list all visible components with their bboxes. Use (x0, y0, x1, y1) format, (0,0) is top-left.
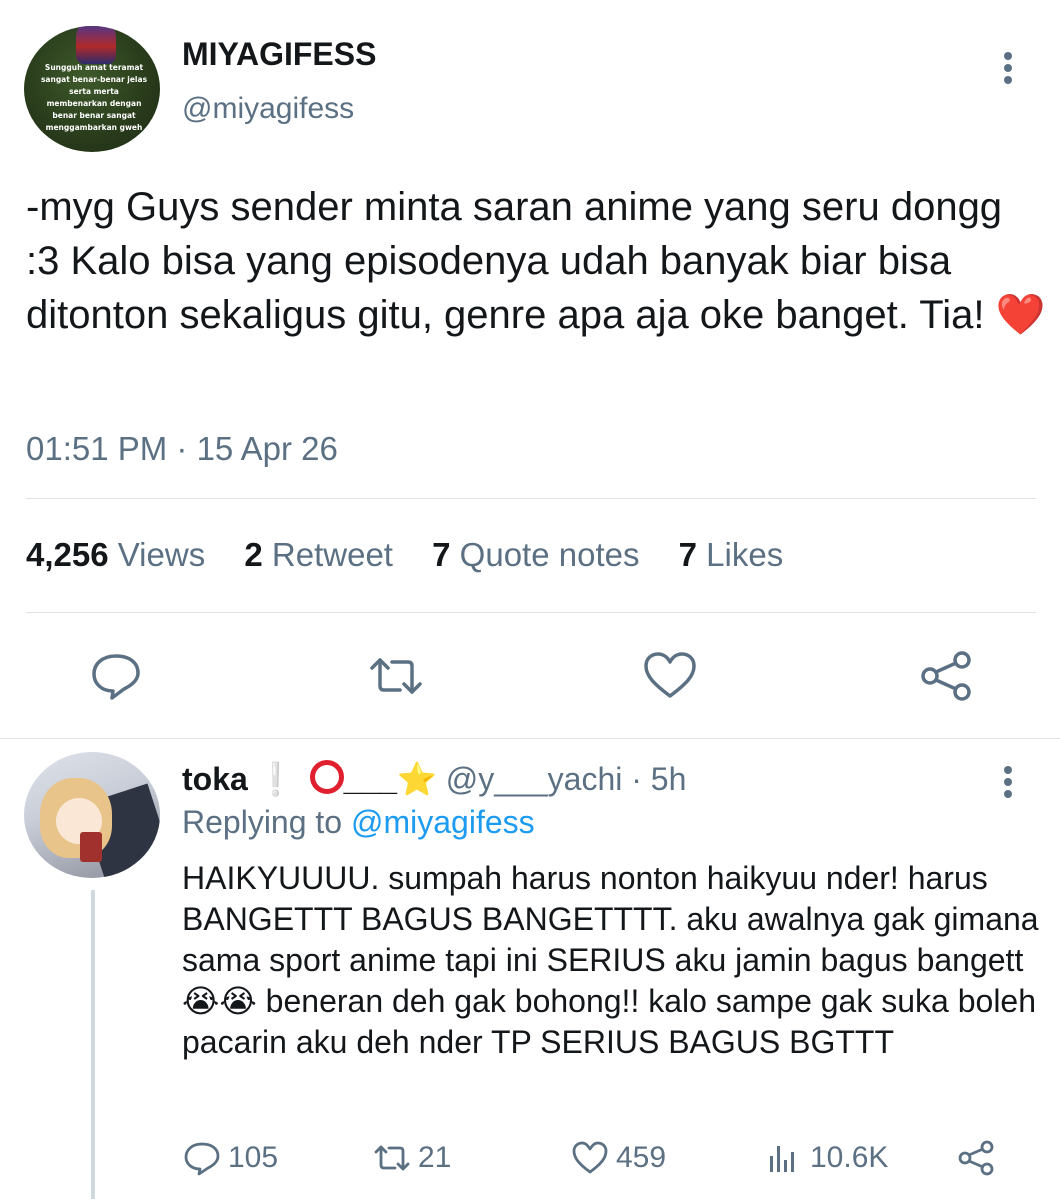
star-icon: ⭐ (397, 761, 437, 797)
reply-time[interactable]: · 5h (631, 761, 686, 797)
author-avatar[interactable]: Sungguh amat teramat sangat benar-benar … (24, 26, 160, 152)
reply-text: HAIKYUUUU. sumpah harus nonton haikyuu n… (182, 860, 1039, 1060)
reply-count: 105 (228, 1141, 279, 1174)
reply-icon[interactable] (86, 646, 146, 706)
reply-reply-button[interactable]: 105 (182, 1136, 278, 1180)
tweet-stats: 4,256 Views 2 Retweet 7 Quote notes 7 Li… (26, 536, 813, 574)
like-count: 459 (616, 1141, 667, 1174)
retweet-icon[interactable] (366, 646, 426, 706)
quotes-stat[interactable]: 7 Quote notes (432, 536, 639, 573)
reply-views-button[interactable]: 10.6K (764, 1136, 888, 1180)
views-icon (770, 1146, 794, 1172)
retweet-count: 21 (418, 1141, 452, 1174)
avatar-caption: Sungguh amat teramat sangat benar-benar … (40, 63, 148, 132)
tweet-text: -myg Guys sender minta saran anime yang … (26, 180, 1046, 342)
reply-retweet-button[interactable]: 21 (372, 1136, 451, 1180)
divider (26, 612, 1036, 613)
heart-emoji: ❤️ (995, 293, 1046, 337)
replying-to: Replying to @miyagifess (182, 804, 535, 840)
section-divider (0, 738, 1060, 739)
likes-stat[interactable]: 7 Likes (679, 536, 784, 573)
more-options-icon[interactable] (996, 48, 1020, 88)
reply-share-button[interactable] (956, 1136, 1002, 1180)
share-icon (958, 1140, 994, 1176)
reply-more-options-icon[interactable] (996, 762, 1020, 802)
reply-handle[interactable]: @y___yachi (446, 761, 623, 797)
like-icon (572, 1141, 608, 1174)
exclamation-icon: ❕ (255, 761, 296, 797)
like-icon[interactable] (640, 646, 700, 706)
reply-icon (184, 1142, 220, 1176)
reply-like-button[interactable]: 459 (570, 1136, 666, 1180)
reply-avatar[interactable] (24, 752, 160, 878)
retweet-icon (374, 1145, 410, 1171)
avatar-figure (76, 26, 116, 64)
tweet-timestamp[interactable]: 01:51 PM · 15 Apr 26 (26, 430, 338, 468)
reply-display-name[interactable]: toka (182, 761, 248, 797)
views-stat: 4,256 Views (26, 536, 206, 573)
replying-to-mention[interactable]: @miyagifess (351, 804, 535, 840)
retweets-stat[interactable]: 2 Retweet (244, 536, 393, 573)
share-icon[interactable] (916, 646, 976, 706)
author-display-name[interactable]: MIYAGIFESS (182, 36, 376, 73)
tweet-body: -myg Guys sender minta saran anime yang … (26, 185, 1003, 337)
reply-name-suffix: ___ (343, 761, 398, 797)
reply-header: toka ❕ ___⭐ @y___yachi · 5h (182, 760, 686, 798)
red-circle-icon (309, 760, 344, 794)
divider (26, 498, 1036, 499)
views-count: 10.6K (810, 1141, 889, 1174)
author-handle[interactable]: @miyagifess (182, 92, 354, 126)
thread-line (91, 890, 95, 1199)
